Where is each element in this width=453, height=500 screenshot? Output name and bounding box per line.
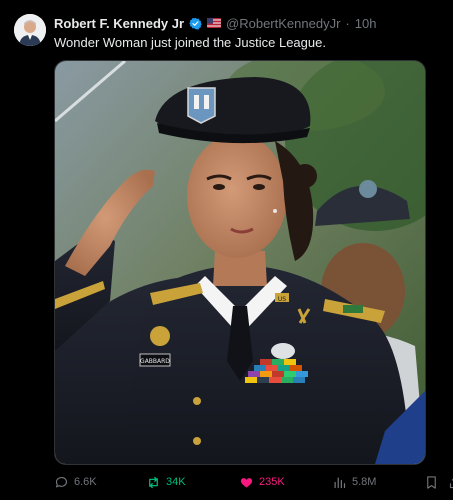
repost-icon (149, 476, 158, 488)
post-image[interactable]: US GABBARD (54, 60, 426, 465)
reply-button[interactable]: 6.6K (54, 475, 97, 490)
name-tag: GABBARD (140, 358, 170, 365)
bookmark-icon (427, 475, 436, 489)
bookmark-button[interactable] (424, 475, 439, 490)
post-actions: 6.6K 34K 235K 5.8M (54, 472, 453, 492)
author-handle[interactable]: @RobertKennedyJr (226, 16, 340, 31)
repost-button[interactable]: 34K (146, 475, 186, 490)
views-icon (334, 477, 346, 488)
avatar-image (14, 14, 46, 46)
post-text: Wonder Woman just joined the Justice Lea… (54, 35, 326, 50)
like-button[interactable]: 235K (239, 475, 285, 490)
share-button[interactable] (448, 475, 453, 490)
author-name[interactable]: Robert F. Kennedy Jr (54, 16, 184, 31)
heart-icon (240, 477, 253, 487)
share-icon (449, 478, 453, 488)
verified-badge-icon (189, 17, 202, 30)
photo-soldier-saluting: US GABBARD (55, 61, 425, 464)
avatar[interactable] (14, 14, 46, 46)
post-time[interactable]: 10h (355, 16, 377, 31)
views-button[interactable]: 5.8M (332, 475, 376, 490)
reply-icon (55, 476, 68, 487)
separator-dot: · (345, 15, 350, 31)
post-header: Robert F. Kennedy Jr @RobertKennedyJr · … (54, 14, 443, 32)
us-insignia: US (278, 296, 286, 303)
like-count: 235K (259, 476, 285, 488)
flag-icon (207, 18, 222, 28)
repost-count: 34K (166, 476, 186, 488)
views-count: 5.8M (352, 476, 377, 488)
post[interactable]: Robert F. Kennedy Jr @RobertKennedyJr · … (0, 0, 453, 500)
reply-count: 6.6K (74, 476, 97, 488)
